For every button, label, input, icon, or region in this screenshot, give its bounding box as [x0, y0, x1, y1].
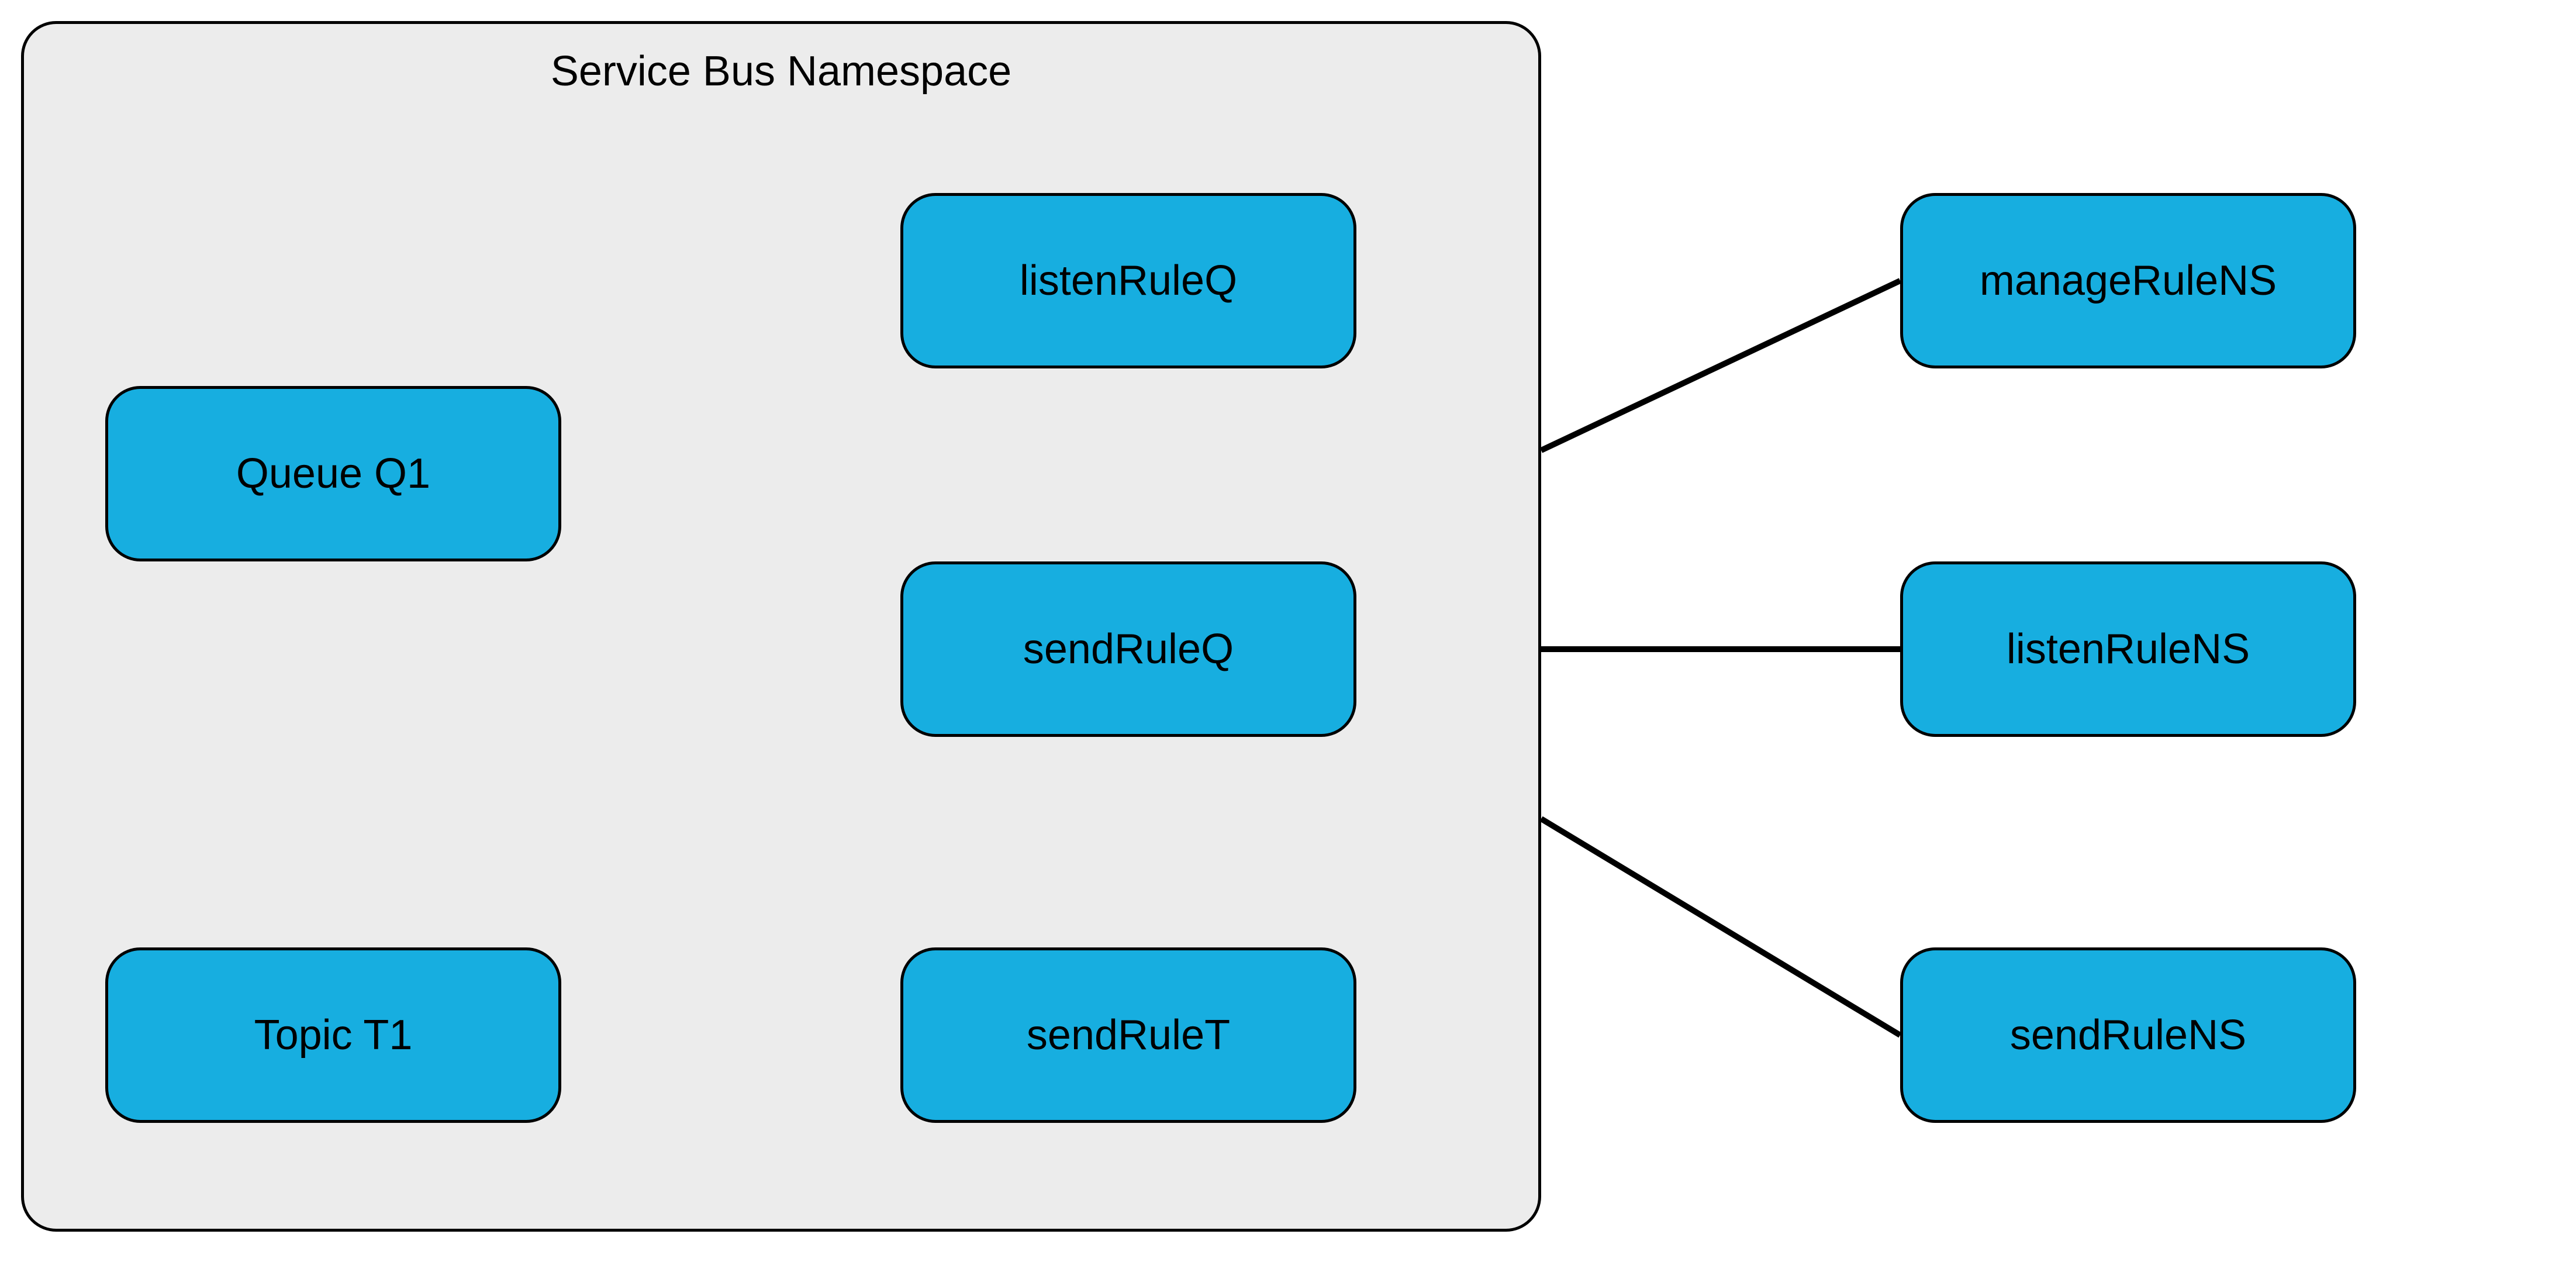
connector-line	[1541, 281, 1900, 450]
manage-rule-ns-node: manageRuleNS	[1900, 193, 2356, 368]
listen-rule-ns-node: listenRuleNS	[1900, 561, 2356, 737]
topic-t1-node: Topic T1	[105, 947, 561, 1123]
listen-rule-q-node: listenRuleQ	[900, 193, 1356, 368]
node-label: Queue Q1	[236, 450, 430, 498]
node-label: manageRuleNS	[1980, 257, 2277, 305]
send-rule-q-node: sendRuleQ	[900, 561, 1356, 737]
queue-q1-node: Queue Q1	[105, 386, 561, 561]
node-label: listenRuleQ	[1020, 257, 1237, 305]
node-label: sendRuleQ	[1023, 625, 1234, 673]
send-rule-t-node: sendRuleT	[900, 947, 1356, 1123]
connector-line	[1541, 819, 1900, 1035]
node-label: sendRuleT	[1027, 1011, 1230, 1059]
node-label: sendRuleNS	[2010, 1011, 2246, 1059]
node-label: Topic T1	[254, 1011, 413, 1059]
send-rule-ns-node: sendRuleNS	[1900, 947, 2356, 1123]
diagram-canvas: Service Bus Namespace Queue Q1 Topic T1 …	[0, 0, 2576, 1265]
node-label: listenRuleNS	[2007, 625, 2250, 673]
namespace-title: Service Bus Namespace	[24, 47, 1538, 95]
